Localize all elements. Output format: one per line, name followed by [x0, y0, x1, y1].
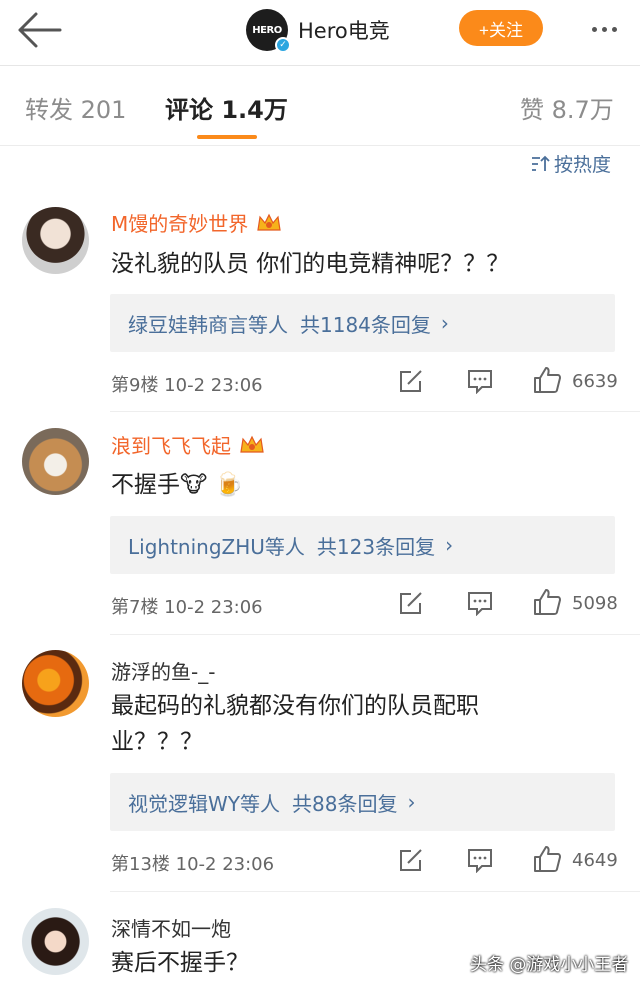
username-text: 深情不如一炮 [111, 917, 231, 941]
like-icon[interactable] [532, 844, 562, 874]
floor-and-time: 第9楼 10-2 23:06 [111, 375, 263, 396]
comment-text: 没礼貌的队员 你们的电竞精神呢？？？ [111, 251, 510, 277]
divider [110, 411, 640, 412]
back-arrow-icon[interactable] [16, 10, 62, 50]
watermark: 头条 @游戏小小王者 [470, 955, 629, 975]
comment-username[interactable]: 游浮的鱼-_- [111, 656, 215, 685]
reply-summary[interactable]: 绿豆娃韩商言等人 共1184条回复 › [110, 294, 615, 352]
reply-count: 共123条回复 [316, 534, 436, 559]
sort-label: 按热度 [554, 154, 612, 176]
logo-text: HERO [252, 24, 282, 36]
comment-username[interactable]: M馒的奇妙世界 [111, 208, 282, 237]
comment-username[interactable]: 深情不如一炮 [111, 913, 231, 942]
reply-names: 绿豆娃韩商言等人 [128, 312, 288, 337]
tab-repost[interactable]: 转发 201 [25, 90, 126, 125]
like-icon[interactable] [532, 587, 562, 617]
comment-text: 不握手🐮 🍺 [111, 472, 244, 498]
reply-names: 视觉逻辑WY等人 [128, 791, 280, 816]
reply-names: LightningZHU等人 [128, 534, 305, 559]
reply-count: 共1184条回复 [300, 312, 431, 337]
verified-badge-icon: ✓ [275, 37, 291, 53]
comment-username[interactable]: 浪到飞飞飞起 [111, 430, 265, 459]
vip-crown-icon [257, 213, 281, 231]
repost-icon[interactable] [398, 368, 424, 394]
username-text: 游浮的鱼-_- [111, 660, 216, 684]
comment-icon[interactable] [466, 368, 494, 394]
floor-and-time: 第13楼 10-2 23:06 [111, 854, 275, 875]
reply-summary[interactable]: 视觉逻辑WY等人 共88条回复 › [110, 773, 615, 831]
account-name[interactable]: Hero电竞 [298, 15, 390, 45]
tab-comment[interactable]: 评论 1.4万 [165, 90, 288, 125]
like-count: 5098 [572, 593, 618, 614]
comment-icon[interactable] [466, 847, 494, 873]
divider [110, 634, 640, 635]
chevron-right-icon: › [445, 533, 454, 557]
repost-icon[interactable] [398, 847, 424, 873]
comment-text: 最起码的礼貌都没有你们的队员配职业？？？ [111, 693, 479, 755]
username-text: 浪到飞飞飞起 [111, 434, 231, 458]
like-count: 6639 [572, 371, 618, 392]
repost-icon[interactable] [398, 590, 424, 616]
username-text: M馒的奇妙世界 [111, 212, 249, 236]
sort-toggle[interactable]: 按热度 [530, 150, 611, 177]
sort-icon [532, 155, 550, 171]
avatar[interactable] [22, 207, 89, 274]
comment-icon[interactable] [466, 590, 494, 616]
account-header[interactable]: HERO ✓ Hero电竞 [246, 8, 390, 53]
avatar[interactable] [22, 650, 89, 717]
account-logo[interactable]: HERO ✓ [246, 9, 291, 53]
divider [110, 891, 640, 892]
tab-bar: 转发 201 评论 1.4万 赞 8.7万 [0, 66, 640, 146]
chevron-right-icon: › [440, 311, 449, 335]
reply-count: 共88条回复 [292, 791, 398, 816]
like-icon[interactable] [532, 365, 562, 395]
avatar[interactable] [22, 428, 89, 495]
reply-summary[interactable]: LightningZHU等人 共123条回复 › [110, 516, 615, 574]
active-tab-indicator [197, 135, 257, 139]
tab-like[interactable]: 赞 8.7万 [520, 90, 614, 125]
more-options-icon[interactable] [592, 27, 617, 32]
floor-and-time: 第7楼 10-2 23:06 [111, 597, 263, 618]
top-bar: HERO ✓ Hero电竞 +关注 [0, 0, 640, 66]
vip-crown-icon [240, 435, 264, 453]
chevron-right-icon: › [407, 790, 416, 814]
follow-button[interactable]: +关注 [459, 10, 543, 46]
avatar[interactable] [22, 908, 89, 975]
like-count: 4649 [572, 850, 618, 871]
